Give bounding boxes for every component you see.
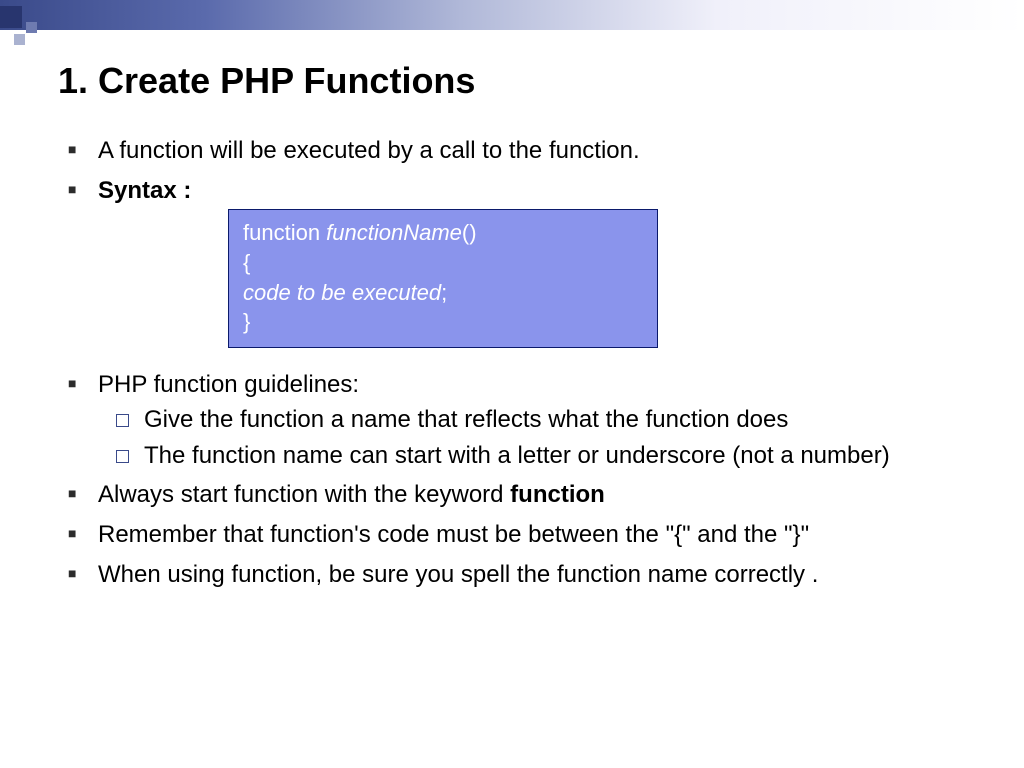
slide-body: 1. Create PHP Functions A function will …: [58, 60, 984, 597]
decorative-top-bar: [0, 0, 1024, 30]
bullet-item: PHP function guidelines: Give the functi…: [58, 368, 984, 472]
sub-bullet-list: Give the function a name that reflects w…: [98, 404, 984, 473]
bullet-text-syntax: Syntax :: [98, 177, 191, 204]
bullet-item: When using function, be sure you spell t…: [58, 558, 984, 592]
page-title: 1. Create PHP Functions: [58, 60, 984, 102]
bullet-text: PHP function guidelines:: [98, 371, 359, 398]
code-line-4: }: [243, 307, 643, 337]
code-body: code to be executed: [243, 280, 441, 305]
code-line-2: {: [243, 248, 643, 278]
decorative-square-small-1: [26, 22, 37, 33]
code-open-brace: {: [243, 250, 250, 275]
main-bullet-list: A function will be executed by a call to…: [58, 134, 984, 207]
sub-bullet-item: The function name can start with a lette…: [98, 440, 984, 472]
main-bullet-list-continued: PHP function guidelines: Give the functi…: [58, 368, 984, 591]
code-line-3: code to be executed;: [243, 278, 643, 308]
code-close-brace: }: [243, 309, 250, 334]
sub-bullet-text: Give the function a name that reflects w…: [144, 406, 788, 433]
code-box-container: function functionName() { code to be exe…: [58, 209, 984, 348]
code-line-1: function functionName(): [243, 218, 643, 248]
syntax-code-box: function functionName() { code to be exe…: [228, 209, 658, 348]
code-semicolon: ;: [441, 280, 447, 305]
code-function-name: functionName: [326, 220, 462, 245]
bullet-text: A function will be executed by a call to…: [98, 137, 640, 164]
bullet-text: Remember that function's code must be be…: [98, 521, 809, 548]
code-parentheses: (): [462, 220, 477, 245]
bullet-item: Always start function with the keyword f…: [58, 478, 984, 512]
decorative-square-large: [0, 6, 22, 28]
code-keyword-function: function: [243, 220, 326, 245]
sub-bullet-text: The function name can start with a lette…: [144, 442, 890, 469]
bullet-text: When using function, be sure you spell t…: [98, 561, 818, 588]
bullet-text-prefix: Always start function with the keyword: [98, 481, 510, 508]
bullet-item: Remember that function's code must be be…: [58, 518, 984, 552]
bullet-text-bold-keyword: function: [510, 481, 605, 508]
decorative-square-small-2: [14, 34, 25, 45]
bullet-item: Syntax :: [58, 174, 984, 208]
sub-bullet-item: Give the function a name that reflects w…: [98, 404, 984, 436]
bullet-item: A function will be executed by a call to…: [58, 134, 984, 168]
